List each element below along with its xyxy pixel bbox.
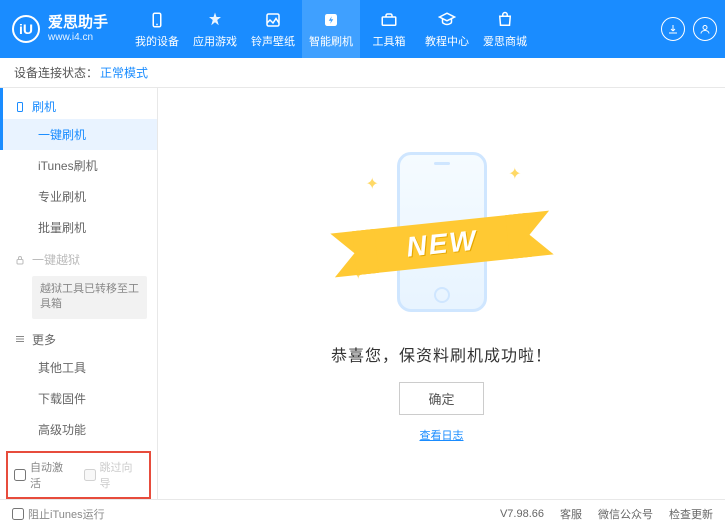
nav-store[interactable]: 爱思商城: [476, 0, 534, 58]
auto-activate-checkbox[interactable]: 自动激活: [14, 459, 74, 491]
new-ribbon: NEW: [352, 213, 532, 275]
main-panel: ✦ ✦ ✦ NEW 恭喜您，保资料刷机成功啦！ 确定 查看日志: [158, 88, 725, 499]
sidebar-item-one-key-flash[interactable]: 一键刷机: [0, 119, 157, 150]
sidebar-group-flash[interactable]: 刷机: [0, 88, 157, 119]
highlighted-options-box: 自动激活 跳过向导: [6, 451, 151, 499]
sidebar-item-batch-flash[interactable]: 批量刷机: [0, 212, 157, 243]
ok-button[interactable]: 确定: [399, 382, 483, 415]
sidebar-item-other-tools[interactable]: 其他工具: [0, 352, 157, 383]
apps-icon: [205, 10, 225, 30]
status-mode: 正常模式: [100, 64, 148, 81]
sidebar-item-itunes-flash[interactable]: iTunes刷机: [0, 150, 157, 181]
jailbreak-moved-note: 越狱工具已转移至工具箱: [32, 276, 147, 319]
app-logo: iU 爱思助手 www.i4.cn: [12, 15, 108, 43]
nav-apps-games[interactable]: 应用游戏: [186, 0, 244, 58]
store-icon: [495, 10, 515, 30]
footer-bar: 阻止iTunes运行 V7.98.66 客服 微信公众号 检查更新: [0, 499, 725, 527]
status-label: 设备连接状态：: [14, 64, 98, 81]
lock-icon: [14, 254, 26, 266]
logo-icon: iU: [12, 15, 40, 43]
sidebar-group-jailbreak: 一键越狱: [0, 243, 157, 272]
phone-icon: [14, 101, 26, 113]
toolbox-icon: [379, 10, 399, 30]
nav-toolbox[interactable]: 工具箱: [360, 0, 418, 58]
sidebar-item-download-firmware[interactable]: 下载固件: [0, 383, 157, 414]
success-illustration: ✦ ✦ ✦ NEW: [342, 144, 542, 324]
nav-smart-flash[interactable]: 智能刷机: [302, 0, 360, 58]
nav-tutorials[interactable]: 教程中心: [418, 0, 476, 58]
nav-ringtone-wallpaper[interactable]: 铃声壁纸: [244, 0, 302, 58]
brand-url: www.i4.cn: [48, 32, 108, 43]
nav-my-device[interactable]: 我的设备: [128, 0, 186, 58]
block-itunes-checkbox[interactable]: 阻止iTunes运行: [12, 506, 105, 522]
tutorial-icon: [437, 10, 457, 30]
wallpaper-icon: [263, 10, 283, 30]
version-label: V7.98.66: [500, 508, 544, 520]
success-message: 恭喜您，保资料刷机成功啦！: [331, 342, 552, 366]
sidebar-group-more[interactable]: 更多: [0, 323, 157, 352]
sidebar-item-advanced[interactable]: 高级功能: [0, 414, 157, 445]
flash-icon: [321, 10, 341, 30]
brand-name: 爱思助手: [48, 15, 108, 32]
sidebar-item-pro-flash[interactable]: 专业刷机: [0, 181, 157, 212]
device-icon: [147, 10, 167, 30]
status-bar: 设备连接状态： 正常模式: [0, 58, 725, 88]
menu-lines-icon: [14, 333, 26, 345]
sidebar: 刷机 一键刷机 iTunes刷机 专业刷机 批量刷机 一键越狱 越狱工具已转移至…: [0, 88, 158, 499]
view-log-link[interactable]: 查看日志: [420, 427, 464, 443]
customer-service-link[interactable]: 客服: [560, 506, 582, 522]
skip-guide-checkbox[interactable]: 跳过向导: [84, 459, 144, 491]
top-nav: 我的设备 应用游戏 铃声壁纸 智能刷机 工具箱 教程中心 爱思商城: [128, 0, 661, 58]
